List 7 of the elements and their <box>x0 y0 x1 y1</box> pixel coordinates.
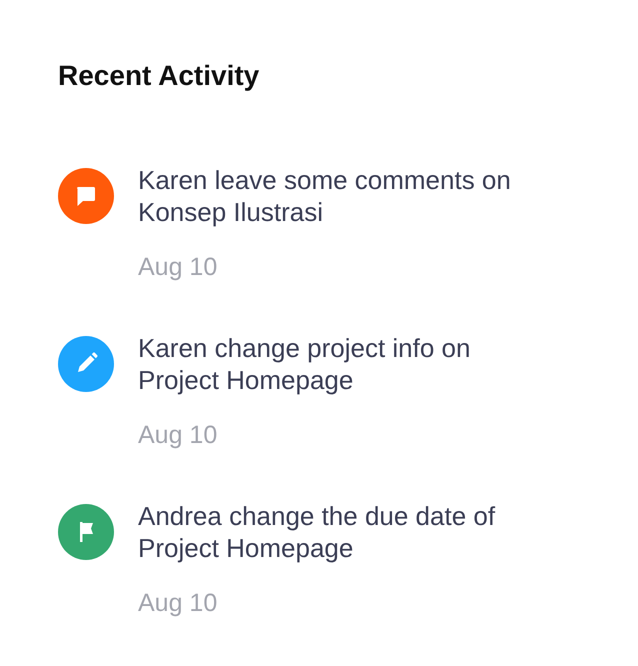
activity-date: Aug 10 <box>138 420 218 451</box>
activity-text: Karen change project info on Project Homepage <box>138 332 472 396</box>
activity-text: Andrea change the due date of Project Homepage <box>138 500 496 564</box>
activity-date: Aug 10 <box>138 588 218 619</box>
section-title: Recent Activity <box>58 59 260 93</box>
activity-date: Aug 10 <box>138 252 218 283</box>
activity-text: Karen leave some comments on Konsep Ilustrasi <box>138 164 512 228</box>
